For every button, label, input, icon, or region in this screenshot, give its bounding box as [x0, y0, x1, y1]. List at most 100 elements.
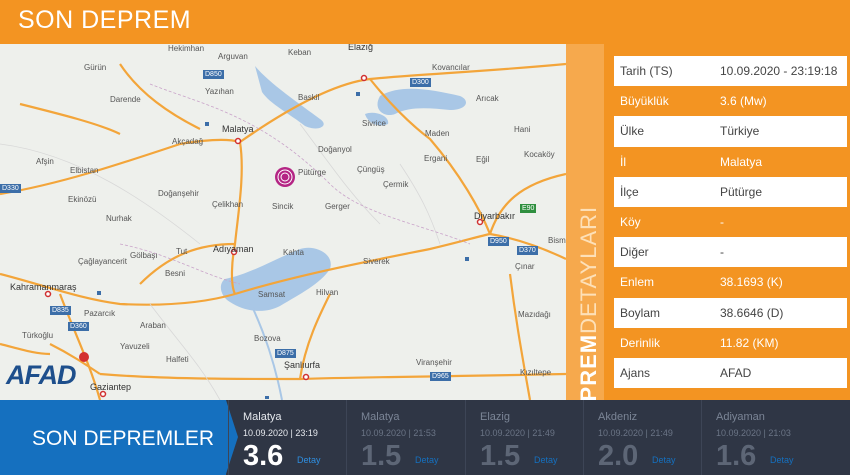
map-label: Çelikhan — [212, 200, 244, 209]
detail-row-province: İl Malatya — [614, 146, 847, 177]
detail-link[interactable]: Detay — [770, 455, 794, 465]
road-badge: E90 — [520, 204, 537, 213]
quake-datetime: 10.09.2020 | 21:53 — [361, 428, 436, 438]
detail-label: Diğer — [620, 245, 649, 260]
quake-details-table: Tarih (TS) 10.09.2020 - 23:19:18 Büyüklük… — [614, 56, 847, 389]
road-badge: D360 — [68, 322, 89, 331]
map-label: Baskil — [298, 93, 320, 102]
detail-link[interactable]: Detay — [297, 455, 321, 465]
map-label: Kocaköy — [524, 150, 555, 159]
detail-link[interactable]: Detay — [652, 455, 676, 465]
detail-row-magnitude: Büyüklük 3.6 (Mw) — [614, 86, 847, 117]
quake-datetime: 10.09.2020 | 21:49 — [598, 428, 673, 438]
road-badge: D875 — [275, 349, 296, 358]
map-label: Gürün — [84, 63, 107, 72]
detail-row-village: Köy - — [614, 206, 847, 238]
map-label: Çınar — [515, 262, 535, 271]
vertical-title-light: DETAYLARI — [576, 205, 601, 334]
road-badge: D965 — [430, 372, 451, 381]
road-badge: D950 — [488, 237, 509, 246]
map-label: Kovancılar — [432, 63, 470, 72]
recent-quakes-bar: SON DEPREMLER Malatya 10.09.2020 | 23:19… — [0, 400, 850, 475]
map-label: Çağlayancerit — [78, 257, 127, 266]
map-label: Nurhak — [106, 214, 132, 223]
map-label: Darende — [110, 95, 141, 104]
recent-quake-item[interactable]: Elazig 10.09.2020 | 21:49 1.5 Detay — [465, 400, 584, 475]
map-label: Sivrice — [362, 119, 387, 128]
map-label: Şanlıurfa — [284, 360, 321, 370]
detail-row-latitude: Enlem 38.1693 (K) — [614, 267, 847, 298]
map-label: Gaziantep — [90, 382, 132, 392]
map-label: Elbistan — [70, 166, 99, 175]
quake-location: Malatya — [361, 411, 400, 423]
detail-value: - — [720, 245, 724, 260]
recent-quakes-title-box: SON DEPREMLER — [0, 400, 226, 475]
map-label: Gölbaşı — [130, 251, 158, 260]
map-label: Araban — [140, 321, 166, 330]
map-label: Bism — [548, 236, 566, 245]
map-label: Türkoğlu — [22, 331, 54, 340]
detail-value: 38.1693 (K) — [720, 275, 783, 290]
detail-value: Malatya — [720, 154, 763, 169]
recent-quake-item[interactable]: Malatya 10.09.2020 | 23:19 3.6 Detay — [228, 400, 347, 475]
map-label: Pazarcık — [84, 309, 116, 318]
map-label: Doğanşehir — [158, 189, 199, 198]
detail-row-country: Ülke Türkiye — [614, 116, 847, 147]
detail-value: 3.6 (Mw) — [720, 94, 767, 109]
afad-logo: AFAD — [6, 360, 76, 390]
map-label: Afşin — [36, 157, 54, 166]
quake-magnitude: 1.5 — [361, 440, 402, 472]
detail-link[interactable]: Detay — [534, 455, 558, 465]
detail-value: 10.09.2020 - 23:19:18 — [720, 64, 838, 79]
map-label: Çüngüş — [357, 165, 385, 174]
detail-value: - — [720, 215, 724, 230]
map-label: Adıyaman — [213, 244, 254, 254]
quake-location: Akdeniz — [598, 411, 638, 423]
detail-label: Köy — [620, 215, 641, 230]
map-label: Bozova — [254, 334, 281, 343]
map-label: Gerger — [325, 202, 350, 211]
map-label: Çermik — [383, 180, 409, 189]
quake-datetime: 10.09.2020 | 21:03 — [716, 428, 791, 438]
quake-magnitude: 1.6 — [716, 440, 757, 472]
map-label: Yazıhan — [205, 87, 234, 96]
road-badge: D850 — [203, 70, 224, 79]
map-label: Tut — [176, 247, 188, 256]
map-label: Kahta — [283, 248, 304, 257]
detail-row-district: İlçe Pütürge — [614, 176, 847, 207]
map-label: Doğanyol — [318, 145, 352, 154]
detail-row-agency: Ajans AFAD — [614, 357, 847, 389]
detail-label: Ajans — [620, 365, 651, 380]
recent-quake-item[interactable]: Adiyaman 10.09.2020 | 21:03 1.6 Detay — [701, 400, 850, 475]
map-view[interactable]: Hekimhan Arguvan Keban Elazığ Kovancılar… — [0, 44, 566, 400]
map-label: Ergani — [424, 154, 448, 163]
quake-magnitude: 1.5 — [480, 440, 521, 472]
quake-location: Malatya — [243, 411, 282, 423]
recent-quake-item[interactable]: Akdeniz 10.09.2020 | 21:49 2.0 Detay — [583, 400, 702, 475]
road-badge: D835 — [50, 306, 71, 315]
detail-value: Pütürge — [720, 184, 763, 199]
detail-label: İl — [620, 154, 626, 169]
map-label: Halfeti — [166, 355, 189, 364]
map-label: Akçadağ — [172, 137, 204, 146]
quake-magnitude: 3.6 — [243, 440, 284, 472]
map-label: Hilvan — [316, 288, 339, 297]
road-badge: D370 — [517, 246, 538, 255]
detail-value: 38.6646 (D) — [720, 305, 784, 320]
detail-link[interactable]: Detay — [415, 455, 439, 465]
map-label: Hani — [514, 125, 531, 134]
map-label: Viranşehir — [416, 358, 452, 367]
quake-location: Elazig — [480, 411, 510, 423]
map-label: Eğil — [476, 155, 490, 164]
detail-row-longitude: Boylam 38.6646 (D) — [614, 297, 847, 328]
map-label: Sincik — [272, 202, 294, 211]
deprem-detaylari-panel-title: DEPREMDETAYLARI — [566, 44, 604, 434]
map-label: Kahramanmaraş — [10, 282, 77, 292]
epicenter-marker — [275, 167, 295, 187]
detail-label: Boylam — [620, 305, 661, 320]
recent-quake-item[interactable]: Malatya 10.09.2020 | 21:53 1.5 Detay — [346, 400, 465, 475]
quake-magnitude: 2.0 — [598, 440, 639, 472]
detail-label: Büyüklük — [620, 94, 669, 109]
detail-value: AFAD — [720, 365, 752, 380]
detail-label: Derinlik — [620, 335, 661, 350]
